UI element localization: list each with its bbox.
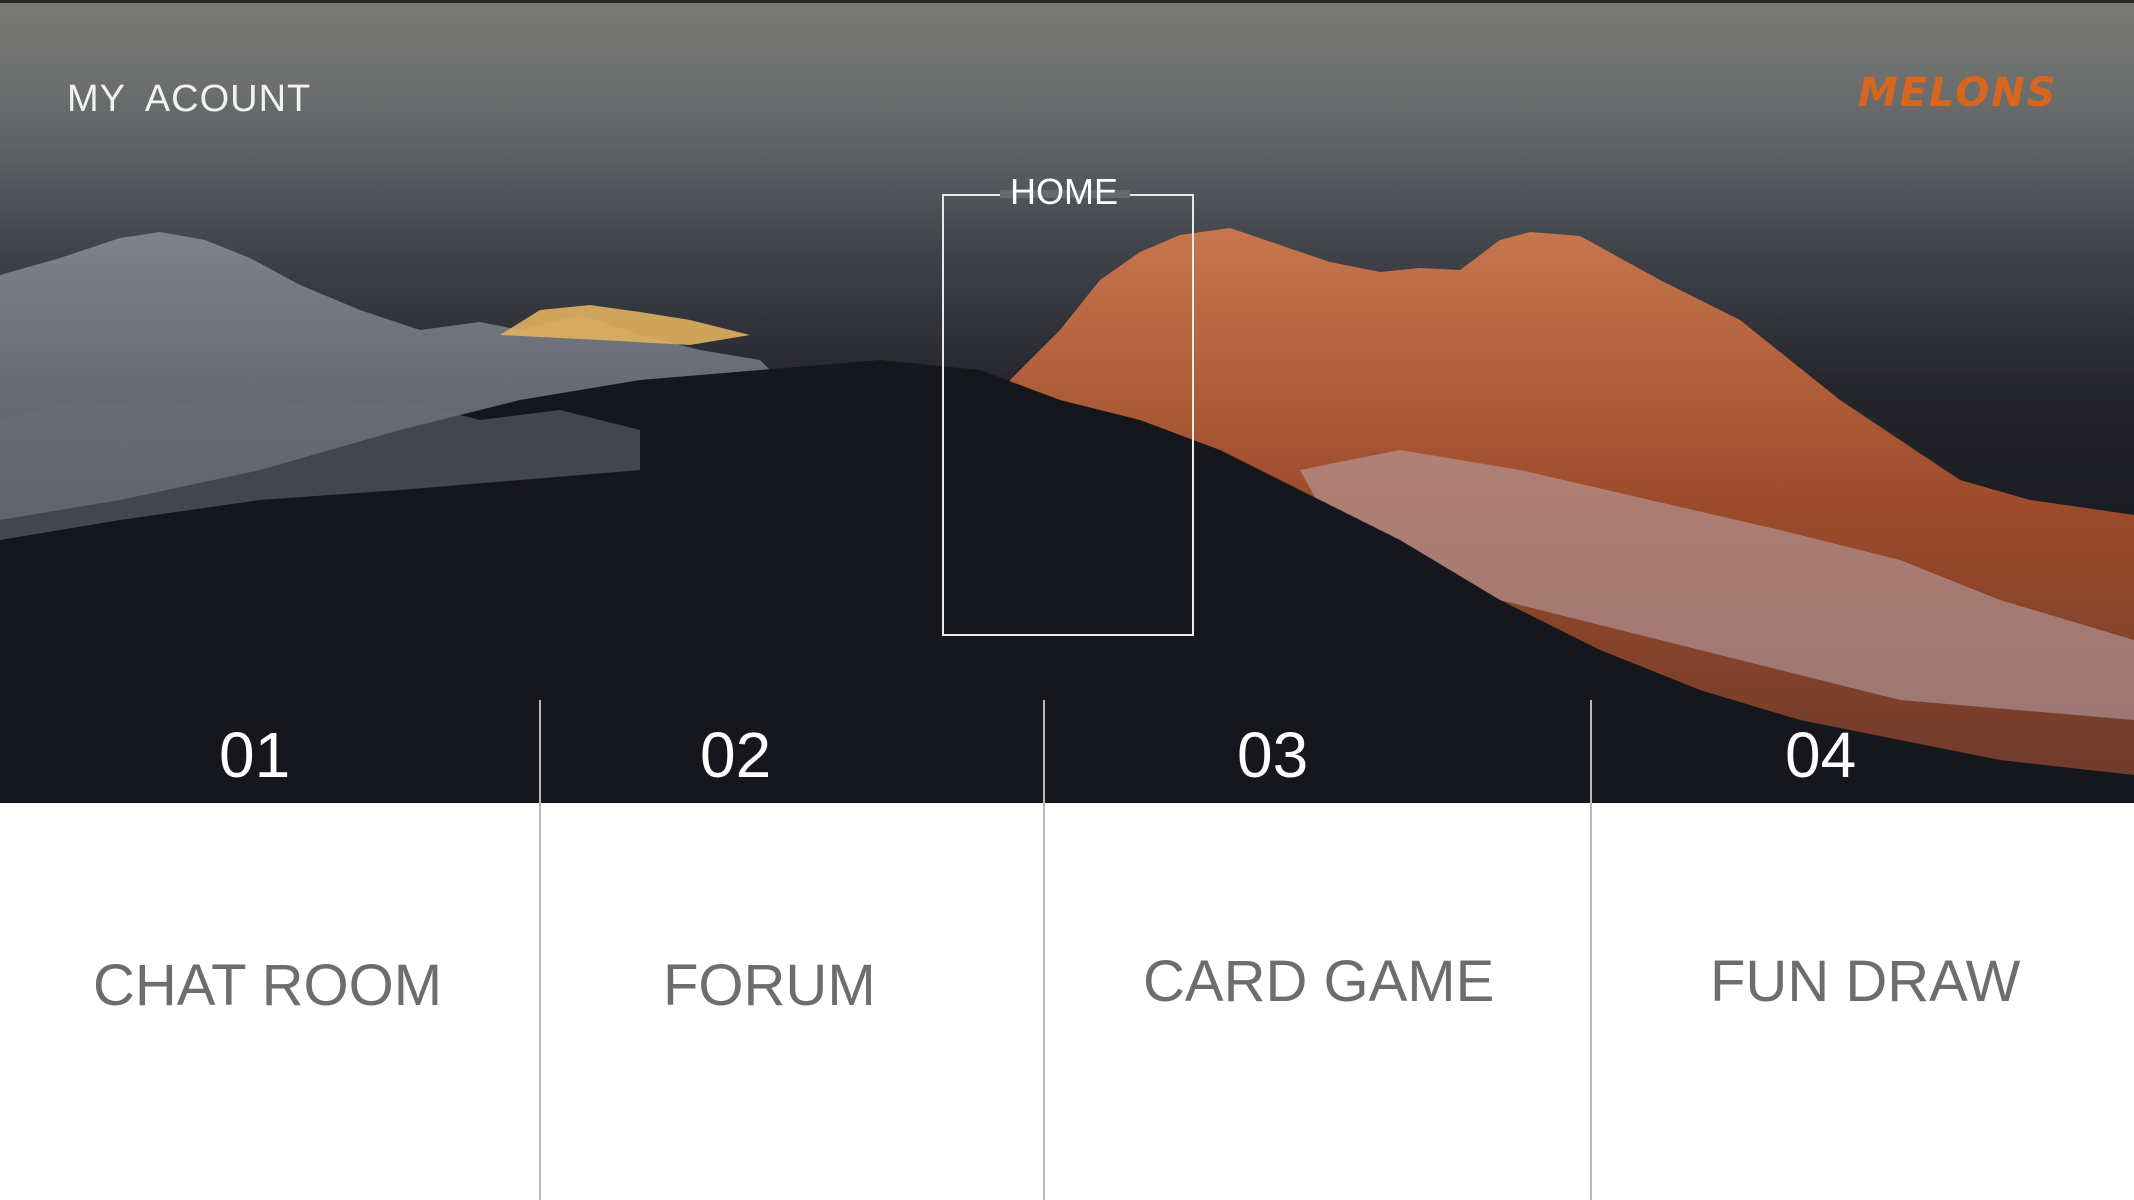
section-number-04: 04 <box>1785 719 1857 791</box>
my-account-link[interactable]: MY ACOUNT <box>67 78 311 121</box>
section-number-01: 01 <box>219 719 291 791</box>
home-link[interactable]: HOME <box>999 170 1129 214</box>
forum-link[interactable]: FORUM <box>663 952 876 1019</box>
section-number-03: 03 <box>1237 719 1309 791</box>
column-divider <box>1590 700 1592 1200</box>
home-frame[interactable] <box>942 194 1194 636</box>
column-divider <box>1043 700 1045 1200</box>
card-game-link[interactable]: CARD GAME <box>1143 948 1494 1015</box>
column-divider <box>539 700 541 1200</box>
melons-logo[interactable]: MELONS <box>1858 70 2057 116</box>
hero-background: MY ACOUNT MELONS HOME 01 02 03 04 <box>0 0 2134 803</box>
fun-draw-link[interactable]: FUN DRAW <box>1710 948 2020 1015</box>
section-number-02: 02 <box>700 719 772 791</box>
chat-room-link[interactable]: CHAT ROOM <box>93 952 442 1019</box>
